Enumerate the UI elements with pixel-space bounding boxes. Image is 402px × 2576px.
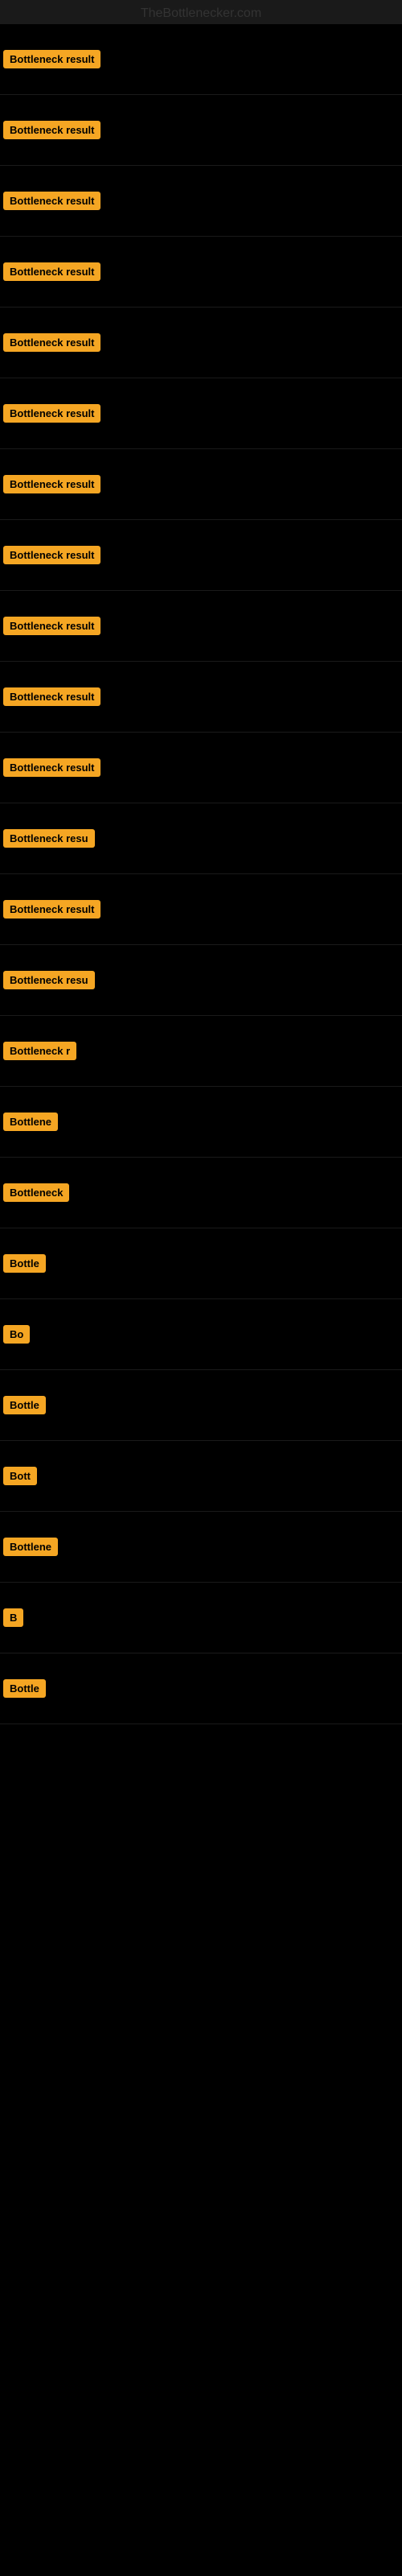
result-row-2: Bottleneck result	[0, 95, 402, 166]
bottleneck-badge-3[interactable]: Bottleneck result	[3, 192, 100, 210]
bottleneck-badge-9[interactable]: Bottleneck result	[3, 617, 100, 635]
bottleneck-badge-18[interactable]: Bottle	[3, 1254, 46, 1273]
result-row-16: Bottlene	[0, 1087, 402, 1158]
result-row-6: Bottleneck result	[0, 378, 402, 449]
site-header: TheBottlenecker.com	[0, 0, 402, 24]
result-row-19: Bo	[0, 1299, 402, 1370]
bottleneck-badge-17[interactable]: Bottleneck	[3, 1183, 69, 1202]
result-row-5: Bottleneck result	[0, 308, 402, 378]
results-list: Bottleneck result Bottleneck result Bottle…	[0, 24, 402, 1724]
bottleneck-badge-22[interactable]: Bottlene	[3, 1538, 58, 1556]
result-row-4: Bottleneck result	[0, 237, 402, 308]
result-row-22: Bottlene	[0, 1512, 402, 1583]
bottleneck-badge-6[interactable]: Bottleneck result	[3, 404, 100, 423]
bottleneck-badge-20[interactable]: Bottle	[3, 1396, 46, 1414]
bottleneck-badge-8[interactable]: Bottleneck result	[3, 546, 100, 564]
result-row-11: Bottleneck result	[0, 733, 402, 803]
bottleneck-badge-14[interactable]: Bottleneck resu	[3, 971, 95, 989]
bottleneck-badge-23[interactable]: B	[3, 1608, 23, 1627]
bottleneck-badge-10[interactable]: Bottleneck result	[3, 687, 100, 706]
result-row-20: Bottle	[0, 1370, 402, 1441]
result-row-18: Bottle	[0, 1228, 402, 1299]
bottleneck-badge-11[interactable]: Bottleneck result	[3, 758, 100, 777]
site-title: TheBottlenecker.com	[0, 0, 402, 24]
result-row-13: Bottleneck result	[0, 874, 402, 945]
result-row-9: Bottleneck result	[0, 591, 402, 662]
bottleneck-badge-4[interactable]: Bottleneck result	[3, 262, 100, 281]
bottleneck-badge-19[interactable]: Bo	[3, 1325, 30, 1344]
result-row-10: Bottleneck result	[0, 662, 402, 733]
result-row-24: Bottle	[0, 1653, 402, 1724]
bottleneck-badge-1[interactable]: Bottleneck result	[3, 50, 100, 68]
result-row-23: B	[0, 1583, 402, 1653]
bottleneck-badge-13[interactable]: Bottleneck result	[3, 900, 100, 919]
result-row-14: Bottleneck resu	[0, 945, 402, 1016]
bottleneck-badge-7[interactable]: Bottleneck result	[3, 475, 100, 493]
bottleneck-badge-2[interactable]: Bottleneck result	[3, 121, 100, 139]
result-row-8: Bottleneck result	[0, 520, 402, 591]
result-row-17: Bottleneck	[0, 1158, 402, 1228]
result-row-1: Bottleneck result	[0, 24, 402, 95]
result-row-21: Bott	[0, 1441, 402, 1512]
result-row-15: Bottleneck r	[0, 1016, 402, 1087]
bottleneck-badge-15[interactable]: Bottleneck r	[3, 1042, 76, 1060]
bottleneck-badge-24[interactable]: Bottle	[3, 1679, 46, 1698]
result-row-7: Bottleneck result	[0, 449, 402, 520]
bottleneck-badge-12[interactable]: Bottleneck resu	[3, 829, 95, 848]
bottleneck-badge-5[interactable]: Bottleneck result	[3, 333, 100, 352]
bottleneck-badge-16[interactable]: Bottlene	[3, 1113, 58, 1131]
bottleneck-badge-21[interactable]: Bott	[3, 1467, 37, 1485]
result-row-3: Bottleneck result	[0, 166, 402, 237]
result-row-12: Bottleneck resu	[0, 803, 402, 874]
